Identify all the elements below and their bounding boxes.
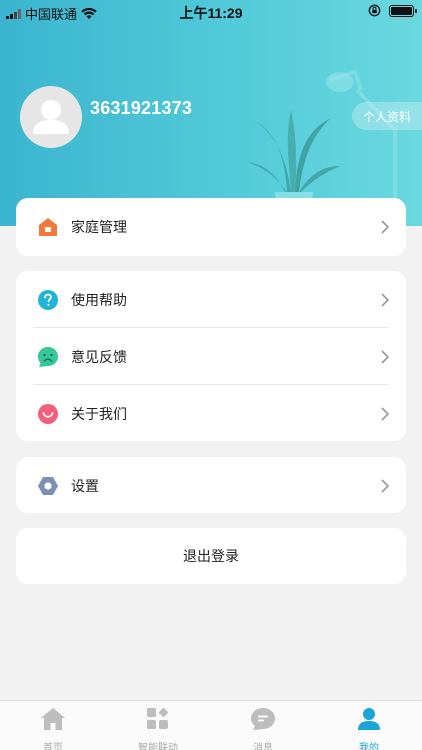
feedback-icon [38, 347, 58, 367]
tab-label-mine: 我的 [359, 743, 379, 750]
menu-item-feedback[interactable]: 意见反馈 [16, 328, 406, 385]
family-card: 家庭管理 [16, 198, 406, 256]
menu-item-settings[interactable]: 设置 [16, 457, 406, 514]
menu-label-feedback: 意见反馈 [71, 350, 127, 366]
status-time: 上午11:29 [179, 5, 243, 21]
status-right [368, 4, 417, 17]
menu-item-about[interactable]: 关于我们 [16, 385, 406, 442]
menu-item-family[interactable]: 家庭管理 [16, 198, 406, 255]
chevron-right-icon [381, 350, 390, 364]
logout-card: 退出登录 [16, 528, 406, 584]
battery-icon [389, 4, 417, 17]
tab-messages[interactable]: 消息 [223, 707, 303, 750]
message-icon [251, 708, 275, 730]
chevron-right-icon [381, 293, 390, 307]
house-icon [39, 218, 57, 236]
help-icon [38, 290, 58, 310]
menu-item-help[interactable]: 使用帮助 [16, 271, 406, 328]
menu-label-family: 家庭管理 [71, 220, 127, 236]
settings-icon [38, 477, 58, 495]
tab-home[interactable]: 首页 [13, 707, 93, 750]
tab-label-home: 首页 [43, 743, 63, 750]
tab-label-messages: 消息 [253, 743, 273, 750]
orientation-lock-icon [368, 4, 381, 17]
tab-smart-linkage[interactable]: 智能联动 [118, 707, 198, 750]
tab-bar: 首页 智能联动 消息 我的 [0, 700, 422, 750]
user-avatar-icon [33, 100, 69, 134]
smile-icon [38, 404, 58, 424]
info-card: 使用帮助 意见反馈 关于我们 [16, 271, 406, 441]
home-icon [41, 708, 65, 730]
menu-label-about: 关于我们 [71, 407, 127, 423]
avatar[interactable] [20, 86, 82, 148]
profile-header: 中国联通 上午11:29 3631921373 个人资料 [0, 0, 422, 226]
profile-icon [358, 708, 380, 730]
smart-linkage-icon [147, 707, 169, 729]
settings-card: 设置 [16, 457, 406, 513]
menu-label-help: 使用帮助 [71, 293, 127, 309]
profile-button[interactable]: 个人资料 [352, 102, 422, 130]
logout-button[interactable]: 退出登录 [16, 528, 406, 584]
chevron-right-icon [381, 220, 390, 234]
status-bar: 中国联通 上午11:29 [0, 0, 422, 22]
tab-mine[interactable]: 我的 [329, 707, 409, 750]
user-id: 3631921373 [90, 98, 193, 118]
chevron-right-icon [381, 407, 390, 421]
tab-label-smart-linkage: 智能联动 [138, 743, 178, 750]
chevron-right-icon [381, 479, 390, 493]
menu-label-settings: 设置 [71, 479, 99, 495]
